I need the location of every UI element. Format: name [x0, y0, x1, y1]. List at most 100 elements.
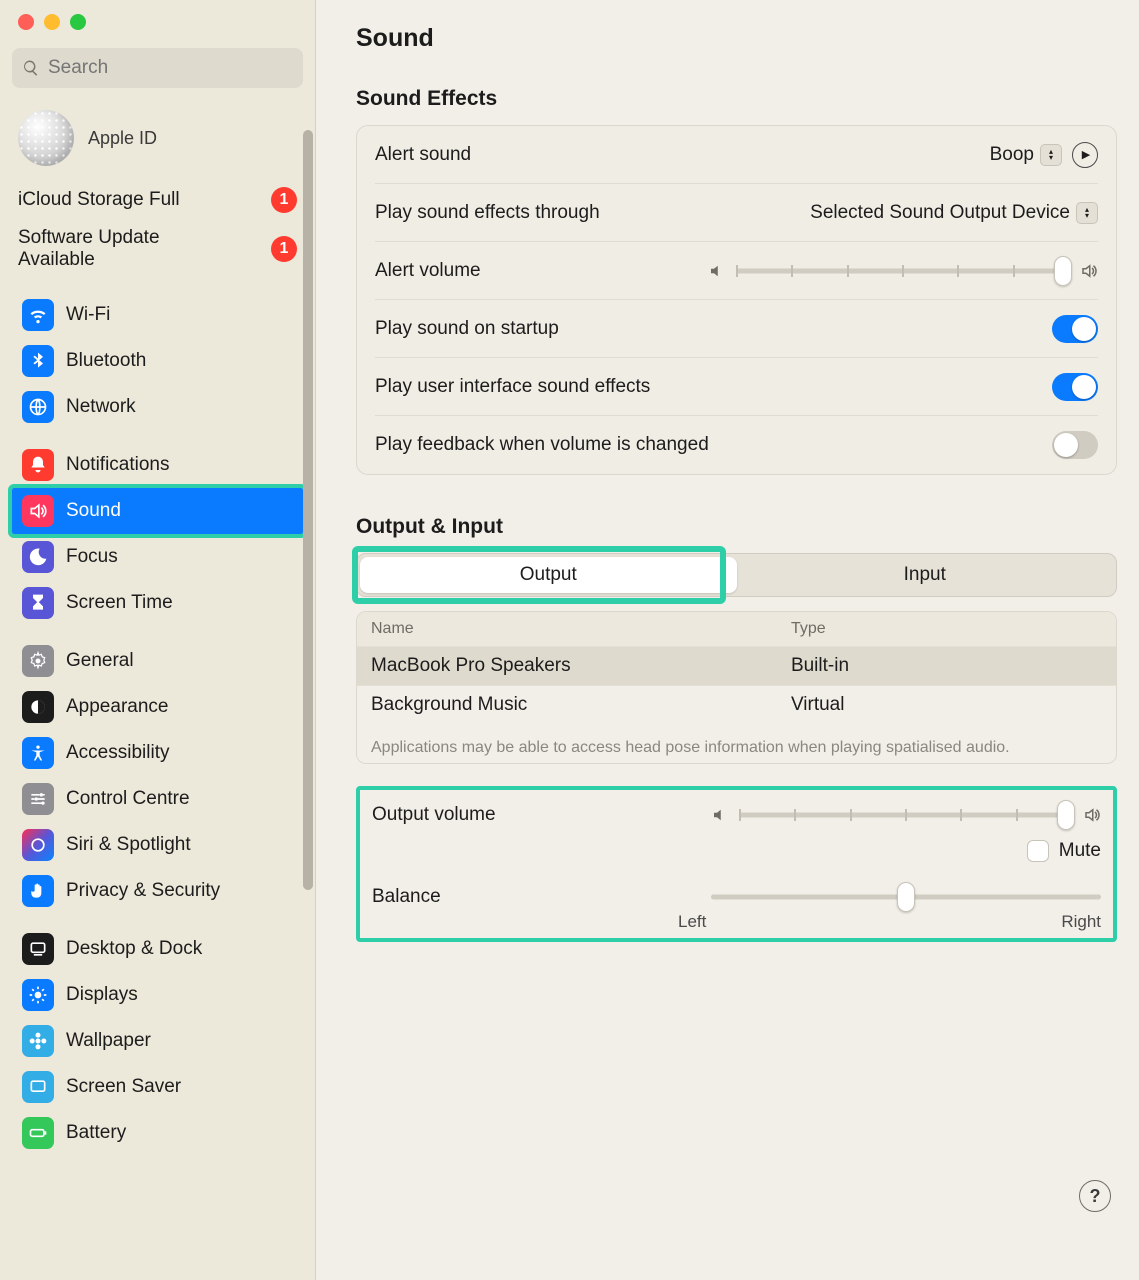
- search-input[interactable]: [48, 57, 293, 79]
- search-field[interactable]: [12, 48, 303, 88]
- bell-icon: [22, 449, 54, 481]
- avatar: [18, 110, 74, 166]
- col-type: Type: [791, 620, 1102, 638]
- sidebar-item-label: General: [66, 650, 134, 672]
- startup-label: Play sound on startup: [375, 318, 559, 340]
- table-row[interactable]: MacBook Pro Speakers Built-in: [357, 646, 1116, 685]
- play-icon[interactable]: [1072, 142, 1098, 168]
- device-type: Built-in: [791, 655, 1102, 677]
- mute-row: Mute: [372, 840, 1101, 862]
- ui-effects-label: Play user interface sound effects: [375, 376, 650, 398]
- device-name: Background Music: [371, 694, 791, 716]
- col-name: Name: [371, 620, 791, 638]
- sidebar-item-wifi[interactable]: Wi-Fi: [12, 292, 303, 338]
- ui-effects-toggle[interactable]: [1052, 373, 1098, 401]
- sidebar-item-label: Network: [66, 396, 136, 418]
- sidebar: Apple ID iCloud Storage Full 1 Software …: [0, 0, 316, 1280]
- page-title: Sound: [356, 24, 1117, 53]
- sidebar-item-general[interactable]: General: [12, 638, 303, 684]
- main-content: Sound Sound Effects Alert sound Boop Pla…: [316, 0, 1139, 1280]
- sidebar-item-screen-saver[interactable]: Screen Saver: [12, 1064, 303, 1110]
- accessibility-icon: [22, 737, 54, 769]
- sidebar-item-battery[interactable]: Battery: [12, 1110, 303, 1156]
- badge: 1: [271, 187, 297, 213]
- hourglass-icon: [22, 587, 54, 619]
- sidebar-item-notifications[interactable]: Notifications: [12, 442, 303, 488]
- siri-icon: [22, 829, 54, 861]
- sidebar-item-label: Wallpaper: [66, 1030, 151, 1052]
- sidebar-item-label: Screen Time: [66, 592, 173, 614]
- sidebar-item-label: Wi-Fi: [66, 304, 110, 326]
- account-row[interactable]: Apple ID: [0, 100, 315, 174]
- table-row[interactable]: Background Music Virtual: [357, 685, 1116, 724]
- dock-icon: [22, 933, 54, 965]
- sliders-icon: [22, 783, 54, 815]
- play-through-value: Selected Sound Output Device: [810, 202, 1070, 224]
- volume-high-icon: [1080, 262, 1098, 280]
- devices-table: Name Type MacBook Pro Speakers Built-in …: [356, 611, 1117, 764]
- mute-checkbox[interactable]: [1027, 840, 1049, 862]
- output-volume-panel: Output volume Mute Balance: [356, 786, 1117, 942]
- balance-row: Balance: [372, 886, 1101, 908]
- balance-slider[interactable]: [711, 886, 1101, 908]
- output-volume-slider[interactable]: [739, 804, 1073, 826]
- sidebar-item-focus[interactable]: Focus: [12, 534, 303, 580]
- sidebar-item-control-centre[interactable]: Control Centre: [12, 776, 303, 822]
- feedback-label: Play feedback when volume is changed: [375, 434, 709, 456]
- sidebar-item-label: Control Centre: [66, 788, 190, 810]
- balance-label: Balance: [372, 886, 441, 908]
- tab-output[interactable]: Output: [360, 557, 737, 593]
- ui-effects-row: Play user interface sound effects: [375, 358, 1098, 416]
- maximize-icon[interactable]: [70, 14, 86, 30]
- device-type: Virtual: [791, 694, 1102, 716]
- tab-input[interactable]: Input: [737, 557, 1114, 593]
- sidebar-item-sound[interactable]: Sound: [12, 488, 303, 534]
- spatial-audio-hint: Applications may be able to access head …: [357, 724, 1116, 763]
- sidebar-item-siri-spotlight[interactable]: Siri & Spotlight: [12, 822, 303, 868]
- minimize-icon[interactable]: [44, 14, 60, 30]
- startup-toggle[interactable]: [1052, 315, 1098, 343]
- sidebar-item-bluetooth[interactable]: Bluetooth: [12, 338, 303, 384]
- sidebar-item-displays[interactable]: Displays: [12, 972, 303, 1018]
- alert-sound-label: Alert sound: [375, 144, 471, 166]
- brightness-icon: [22, 979, 54, 1011]
- sidebar-item-accessibility[interactable]: Accessibility: [12, 730, 303, 776]
- volume-low-icon: [708, 262, 726, 280]
- window-controls: [0, 12, 315, 48]
- globe-icon: [22, 391, 54, 423]
- sidebar-item-privacy-security[interactable]: Privacy & Security: [12, 868, 303, 914]
- alert-volume-slider[interactable]: [736, 260, 1070, 282]
- search-icon: [22, 59, 40, 77]
- flower-icon: [22, 1025, 54, 1057]
- play-through-select[interactable]: Selected Sound Output Device: [810, 202, 1098, 224]
- feedback-row: Play feedback when volume is changed: [375, 416, 1098, 474]
- play-through-row: Play sound effects through Selected Soun…: [375, 184, 1098, 242]
- sidebar-item-label: Appearance: [66, 696, 168, 718]
- sidebar-item-wallpaper[interactable]: Wallpaper: [12, 1018, 303, 1064]
- sidebar-item-label: Notifications: [66, 454, 170, 476]
- battery-icon: [22, 1117, 54, 1149]
- alert-volume-row: Alert volume: [375, 242, 1098, 300]
- alert-volume-label: Alert volume: [375, 260, 481, 282]
- sidebar-item-label: Focus: [66, 546, 118, 568]
- notice-icloud-full[interactable]: iCloud Storage Full 1: [18, 180, 297, 220]
- close-icon[interactable]: [18, 14, 34, 30]
- notice-software-update[interactable]: Software Update Available 1: [18, 220, 297, 278]
- sidebar-item-appearance[interactable]: Appearance: [12, 684, 303, 730]
- sidebar-item-network[interactable]: Network: [12, 384, 303, 430]
- feedback-toggle[interactable]: [1052, 431, 1098, 459]
- sidebar-item-label: Siri & Spotlight: [66, 834, 191, 856]
- alert-sound-value: Boop: [990, 144, 1034, 166]
- sidebar-item-screen-time[interactable]: Screen Time: [12, 580, 303, 626]
- help-button[interactable]: ?: [1079, 1180, 1111, 1212]
- volume-high-icon: [1083, 806, 1101, 824]
- notice-label: Software Update Available: [18, 227, 198, 271]
- output-input-heading: Output & Input: [356, 515, 1117, 539]
- sidebar-scrollbar[interactable]: [303, 130, 313, 890]
- alert-sound-select[interactable]: Boop: [990, 144, 1062, 166]
- sidebar-item-label: Desktop & Dock: [66, 938, 202, 960]
- alert-sound-row: Alert sound Boop: [375, 126, 1098, 184]
- sidebar-item-desktop-dock[interactable]: Desktop & Dock: [12, 926, 303, 972]
- sound-effects-card: Alert sound Boop Play sound effects thro…: [356, 125, 1117, 475]
- sidebar-item-label: Bluetooth: [66, 350, 146, 372]
